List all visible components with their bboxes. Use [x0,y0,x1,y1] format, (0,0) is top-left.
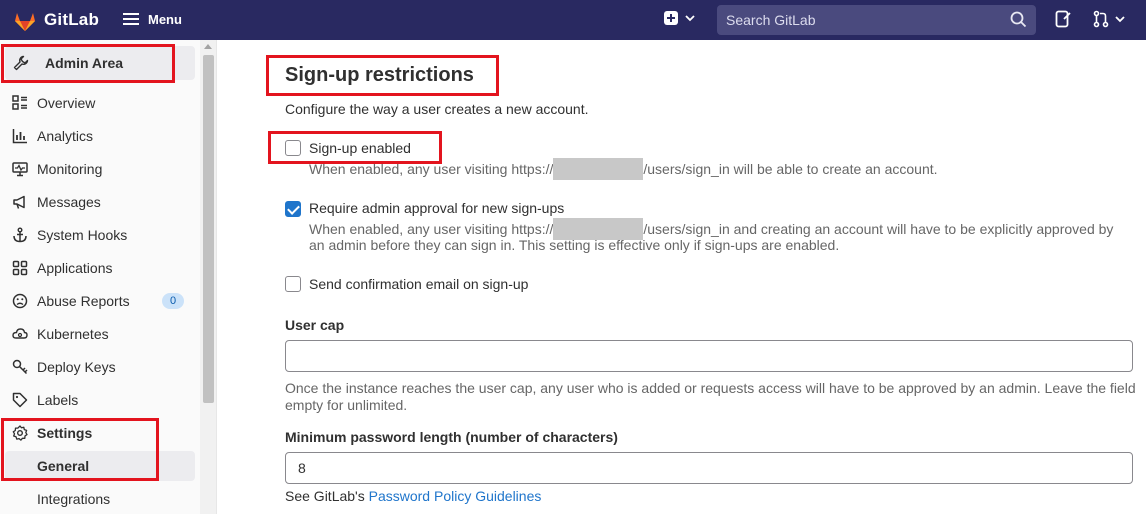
settings-main-content: Sign-up restrictions Configure the way a… [218,40,1146,514]
sidebar-header-label: Admin Area [45,55,124,71]
new-dropdown-button[interactable] [664,11,696,25]
top-navbar: GitLab Menu Search GitLab [0,0,1146,40]
search-placeholder: Search GitLab [726,12,816,28]
user-cap-help-line1: Once the instance reaches the user cap, … [285,380,1136,396]
sidebar-item-applications[interactable]: Applications [0,253,200,283]
sidebar-item-label: Deploy Keys [37,359,116,375]
settings-icon [12,425,28,441]
chevron-down-icon [1115,16,1125,23]
password-policy-help: See GitLab's Password Policy Guidelines [285,488,541,504]
plus-square-icon [664,11,678,25]
applications-icon [12,260,28,276]
help-text-prefix: See GitLab's [285,488,369,504]
sidebar-item-label: Analytics [37,128,94,144]
sidebar-subitem-general[interactable]: General [5,451,195,481]
signup-enabled-label[interactable]: Sign-up enabled [309,140,411,156]
user-cap-input[interactable] [285,340,1133,372]
help-text-end: /users/sign_in will be able to create an… [643,161,938,178]
sidebar-item-label: Settings [37,425,93,441]
merge-requests-button[interactable] [1093,10,1126,28]
sidebar-header-admin-area[interactable]: Admin Area [5,46,195,80]
sidebar-item-labels[interactable]: Labels [0,385,200,415]
sidebar-item-kubernetes[interactable]: Kubernetes [0,319,200,349]
sidebar-item-label: Messages [37,194,101,210]
help-text-end: /users/sign_in and creating an account w… [643,221,1114,238]
search-icon [1010,11,1027,28]
sidebar-item-label: Monitoring [37,161,103,177]
sidebar-item-label: System Hooks [37,227,128,243]
redacted-hostname [553,158,644,180]
sidebar-item-overview[interactable]: Overview [0,88,200,118]
overview-icon [12,95,27,110]
bullhorn-icon [13,195,25,209]
confirmation-email-checkbox[interactable] [285,276,301,292]
sidebar-item-system-hooks[interactable]: System Hooks [0,220,200,250]
issues-icon[interactable] [1055,10,1071,28]
hamburger-icon [123,13,139,25]
anchor-icon [13,227,27,243]
chart-icon [12,129,27,144]
abuse-icon [12,293,28,309]
min-password-length-label: Minimum password length (number of chara… [285,429,618,445]
chevron-down-icon [685,15,695,22]
sidebar-item-settings[interactable]: Settings [0,418,200,448]
merge-request-icon [1093,10,1109,28]
sidebar-subitem-integrations[interactable]: Integrations [5,484,195,514]
logo-text: GitLab [44,10,100,29]
menu-label: Menu [148,11,182,27]
password-policy-link[interactable]: Password Policy Guidelines [369,488,542,504]
admin-approval-help-line2: an admin before they can sign in. This s… [309,237,840,253]
sidebar-item-messages[interactable]: Messages [0,187,200,217]
key-icon [12,359,28,375]
kubernetes-icon [12,328,28,339]
monitor-icon [12,162,28,177]
sidebar-item-abuse-reports[interactable]: Abuse Reports 0 [0,286,200,316]
menu-button[interactable]: Menu [122,10,182,28]
admin-sidebar: Admin Area Overview Analytics Monitoring… [0,40,217,514]
sidebar-item-analytics[interactable]: Analytics [0,121,200,151]
scroll-up-arrow-icon[interactable] [204,44,212,49]
help-text-start: When enabled, any user visiting https:// [309,221,554,238]
sidebar-item-label: Applications [37,260,113,276]
tanuki-logo-icon [15,13,35,31]
admin-approval-label[interactable]: Require admin approval for new sign-ups [309,200,564,216]
search-input[interactable]: Search GitLab [717,5,1036,35]
section-description: Configure the way a user creates a new a… [285,101,589,117]
help-text-start: When enabled, any user visiting https:// [309,161,554,178]
gitlab-logo[interactable]: GitLab [12,7,99,33]
abuse-reports-count-badge: 0 [162,293,184,309]
wrench-icon [13,55,29,71]
sidebar-item-label: Abuse Reports [37,293,130,309]
section-title: Sign-up restrictions [285,64,474,86]
sidebar-item-monitoring[interactable]: Monitoring [0,154,200,184]
admin-approval-checkbox[interactable] [285,201,301,217]
user-cap-label: User cap [285,317,345,333]
sidebar-item-label: Labels [37,392,79,408]
signup-enabled-help: When enabled, any user visiting https://… [309,158,938,180]
sidebar-item-label: Kubernetes [37,326,109,342]
label-icon [12,392,28,408]
sidebar-subitem-label: General [37,458,90,474]
sidebar-item-deploy-keys[interactable]: Deploy Keys [0,352,200,382]
signup-enabled-checkbox[interactable] [285,140,301,156]
user-cap-help-line2: empty for unlimited. [285,397,408,413]
scrollbar-thumb[interactable] [203,55,214,403]
min-password-length-input[interactable]: 8 [285,452,1133,484]
sidebar-item-label: Overview [37,95,96,111]
sidebar-subitem-label: Integrations [37,491,111,507]
confirmation-email-label[interactable]: Send confirmation email on sign-up [309,276,528,292]
sidebar-scrollbar[interactable] [200,40,216,514]
